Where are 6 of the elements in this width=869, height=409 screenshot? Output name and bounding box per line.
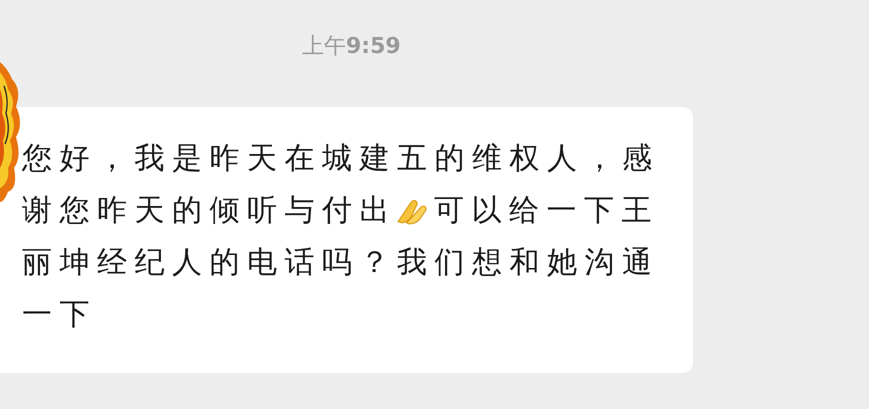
message-text: 您好，我是昨天在城建五的维权人，感 <box>22 140 660 178</box>
message-text: 一下 <box>22 296 97 334</box>
message-time: 上午9:59 <box>302 33 401 61</box>
message-text: 谢您昨天的倾听与付出 <box>22 192 397 230</box>
message-text: 可以给一下王 <box>434 192 659 230</box>
message-text: 丽坤经纪人的电话吗？我们想和她沟通 <box>22 244 660 282</box>
